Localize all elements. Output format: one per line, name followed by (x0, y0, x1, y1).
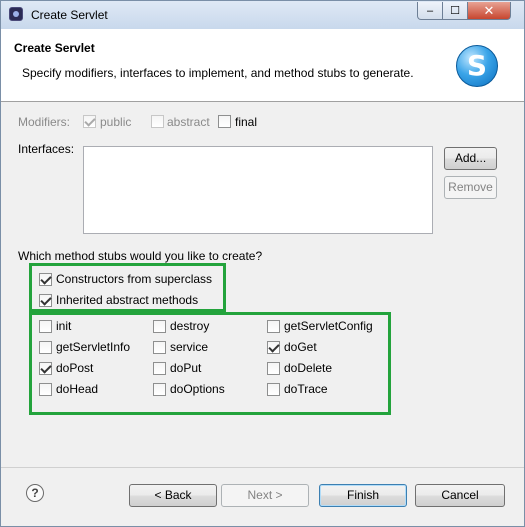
getservletconfig-label: getServletConfig (284, 319, 373, 333)
final-label: final (235, 115, 258, 129)
doget-checkbox[interactable] (267, 341, 280, 354)
doput-checkbox[interactable] (153, 362, 166, 375)
interfaces-label: Interfaces: (18, 142, 75, 156)
dohead-label: doHead (56, 382, 99, 396)
final-checkbox[interactable] (218, 115, 231, 128)
public-label: public (100, 115, 132, 129)
eclipse-app-icon (9, 7, 23, 21)
help-icon[interactable]: ? (26, 484, 44, 502)
public-checkbox[interactable] (83, 115, 96, 128)
next-button[interactable]: Next > (221, 484, 309, 507)
doput-label: doPut (170, 361, 202, 375)
dodelete-checkbox[interactable] (267, 362, 280, 375)
init-label: init (56, 319, 72, 333)
page-title: Create Servlet (14, 41, 95, 55)
remove-interface-button[interactable]: Remove (444, 176, 497, 199)
abstract-label: abstract (167, 115, 210, 129)
constructors-label: Constructors from superclass (56, 272, 213, 286)
title-bar: Create Servlet – ☐ ✕ (1, 1, 524, 29)
abstract-checkbox[interactable] (151, 115, 164, 128)
destroy-label: destroy (170, 319, 210, 333)
constructors-checkbox[interactable] (39, 273, 52, 286)
getservletinfo-checkbox[interactable] (39, 341, 52, 354)
page-description: Specify modifiers, interfaces to impleme… (22, 66, 414, 80)
getservletconfig-checkbox[interactable] (267, 320, 280, 333)
close-button[interactable]: ✕ (467, 2, 511, 20)
modifiers-label: Modifiers: (18, 115, 71, 129)
service-label: service (170, 340, 209, 354)
inherited-checkbox[interactable] (39, 294, 52, 307)
minimize-button[interactable]: – (417, 2, 443, 20)
doget-label: doGet (284, 340, 317, 354)
footer-separator (1, 467, 524, 468)
window-title: Create Servlet (31, 8, 108, 22)
service-checkbox[interactable] (153, 341, 166, 354)
dopost-label: doPost (56, 361, 94, 375)
init-checkbox[interactable] (39, 320, 52, 333)
back-button[interactable]: < Back (129, 484, 217, 507)
dohead-checkbox[interactable] (39, 383, 52, 396)
interfaces-list[interactable] (83, 146, 433, 234)
add-interface-button[interactable]: Add... (444, 147, 497, 170)
dodelete-label: doDelete (284, 361, 333, 375)
destroy-checkbox[interactable] (153, 320, 166, 333)
finish-button[interactable]: Finish (319, 484, 407, 507)
servlet-logo-icon: S (456, 45, 498, 87)
dotrace-label: doTrace (284, 382, 328, 396)
maximize-button[interactable]: ☐ (442, 2, 468, 20)
inherited-label: Inherited abstract methods (56, 293, 199, 307)
dooptions-label: doOptions (170, 382, 225, 396)
wizard-banner: Create Servlet Specify modifiers, interf… (1, 29, 524, 102)
dopost-checkbox[interactable] (39, 362, 52, 375)
stubs-question: Which method stubs would you like to cre… (18, 249, 263, 263)
dooptions-checkbox[interactable] (153, 383, 166, 396)
dotrace-checkbox[interactable] (267, 383, 280, 396)
create-servlet-dialog: Create Servlet – ☐ ✕ Create Servlet Spec… (0, 0, 525, 527)
getservletinfo-label: getServletInfo (56, 340, 131, 354)
cancel-button[interactable]: Cancel (415, 484, 505, 507)
